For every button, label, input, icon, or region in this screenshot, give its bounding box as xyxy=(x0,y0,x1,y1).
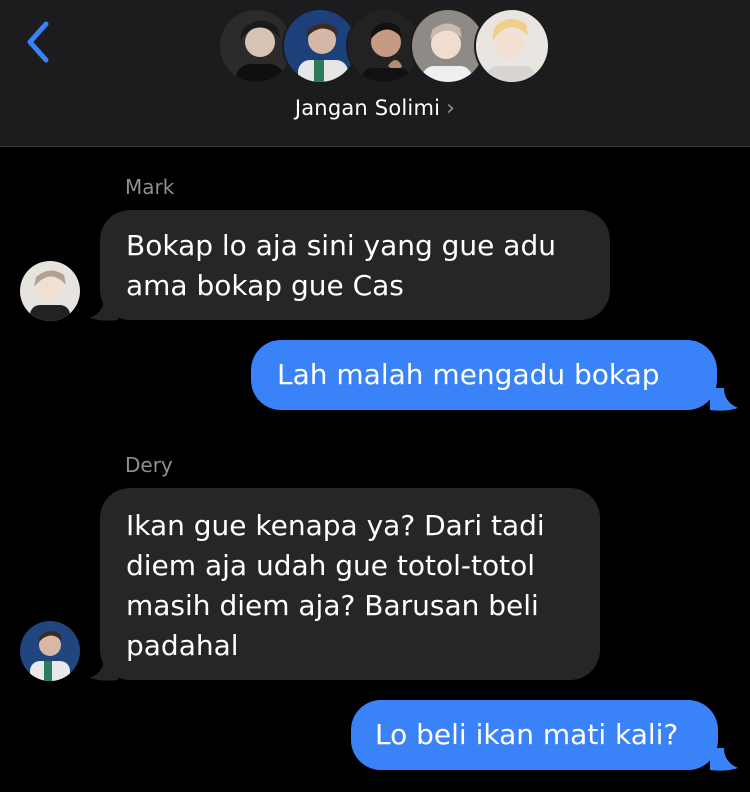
group-name[interactable]: Jangan Solimi › xyxy=(0,96,750,121)
message-line: diem aja udah gue totol-totol xyxy=(126,549,536,582)
group-name-label: Jangan Solimi xyxy=(294,96,441,120)
sender-name: Dery xyxy=(125,453,173,477)
message-line: Bokap lo aja sini yang gue adu xyxy=(126,229,556,262)
avatar-mark[interactable] xyxy=(20,261,80,321)
group-avatars[interactable] xyxy=(218,8,550,88)
avatar-dery[interactable] xyxy=(20,621,80,681)
sender-name: Mark xyxy=(125,175,175,199)
message-bubble-incoming[interactable]: Ikan gue kenapa ya? Dari tadi diem aja u… xyxy=(100,488,600,680)
message-line: ama bokap gue Cas xyxy=(126,269,404,302)
message-bubble-incoming[interactable]: Bokap lo aja sini yang gue adu ama bokap… xyxy=(100,210,610,320)
message-line: masih diem aja? Barusan beli xyxy=(126,589,539,622)
chevron-left-icon xyxy=(27,21,49,63)
chevron-right-icon: › xyxy=(446,96,456,121)
back-button[interactable] xyxy=(18,18,58,66)
message-bubble-outgoing[interactable]: Lo beli ikan mati kali? xyxy=(351,700,718,770)
conversation-header: Jangan Solimi › xyxy=(0,0,750,147)
message-line: Ikan gue kenapa ya? Dari tadi xyxy=(126,509,545,542)
message-line: padahal xyxy=(126,629,239,662)
message-bubble-outgoing[interactable]: Lah malah mengadu bokap xyxy=(251,340,717,410)
bubble-tail xyxy=(710,748,738,771)
message-line: Lo beli ikan mati kali? xyxy=(375,718,679,751)
bubble-tail xyxy=(710,388,738,411)
group-avatar-5 xyxy=(474,8,550,84)
message-line: Lah malah mengadu bokap xyxy=(277,358,660,391)
